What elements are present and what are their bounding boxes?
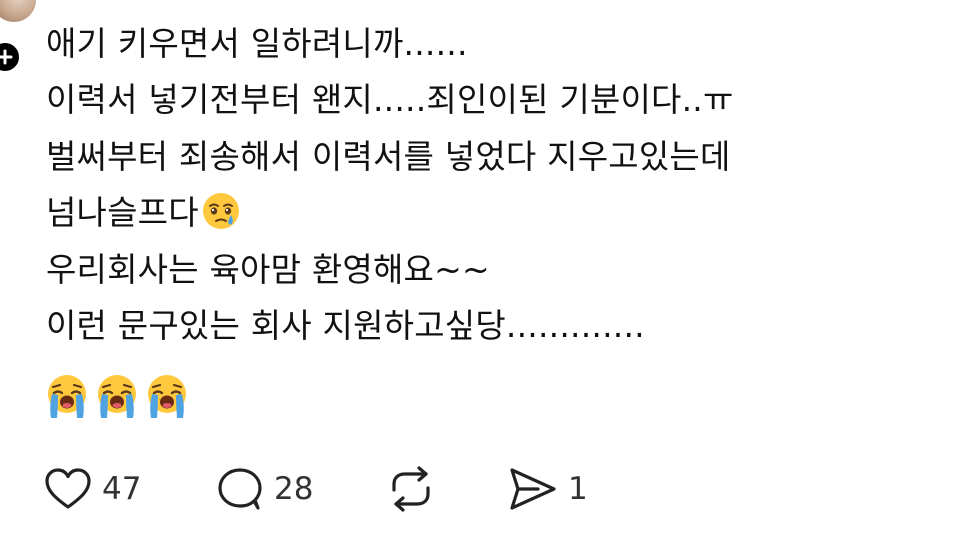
avatar[interactable]	[0, 0, 36, 22]
like-button[interactable]: 47	[44, 466, 216, 512]
reply-count: 28	[274, 471, 314, 507]
loudly-crying-face-icon	[48, 375, 86, 418]
repost-button[interactable]	[386, 466, 508, 512]
speech-bubble-icon	[218, 468, 262, 510]
loudly-crying-face-icon	[148, 375, 186, 418]
like-count: 47	[102, 471, 142, 507]
post-line-with-emoji: 넘나슬프다	[46, 185, 926, 241]
loudly-crying-face-icon	[98, 375, 136, 418]
share-button[interactable]: 1	[508, 466, 588, 512]
emoji-row	[44, 372, 190, 422]
reply-button[interactable]: 28	[216, 466, 386, 512]
send-icon	[510, 468, 556, 510]
post-text: 애기 키우면서 일하려니까...... 이력서 넣기전부터 왠지.....죄인이…	[46, 16, 926, 354]
post-line: 넘나슬프다	[46, 193, 199, 233]
post-line: 우리회사는 육아맘 환영해요~~	[46, 249, 490, 289]
post-line: 이런 문구있는 회사 지원하고싶당.............	[46, 305, 645, 345]
post-line: 벌써부터 죄송해서 이력서를 넣었다 지우고있는데	[46, 136, 731, 176]
post-line: 이력서 넣기전부터 왠지.....죄인이된 기분이다..ㅠ	[46, 80, 734, 120]
plus-icon	[0, 49, 13, 65]
action-bar: 47 28 1	[44, 466, 588, 512]
share-count: 1	[568, 471, 588, 507]
repost-icon	[392, 466, 430, 512]
heart-icon	[45, 468, 91, 509]
face-holding-back-tears-icon	[202, 193, 239, 230]
author-avatar[interactable]	[0, 0, 36, 22]
follow-button[interactable]	[0, 40, 22, 74]
post-line: 애기 키우면서 일하려니까......	[46, 24, 468, 63]
